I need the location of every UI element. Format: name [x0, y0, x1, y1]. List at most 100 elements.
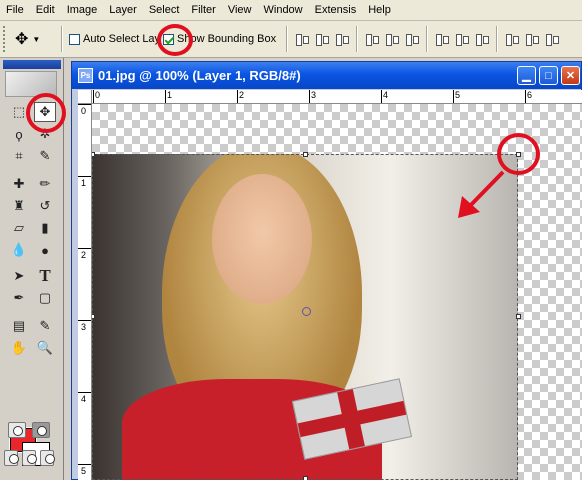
auto-select-option[interactable]: Auto Select Layer — [69, 33, 159, 45]
distribute-h-group — [504, 31, 560, 47]
ruler-top-mark — [525, 90, 526, 103]
align-bottom-icon[interactable] — [334, 31, 350, 47]
horizontal-ruler[interactable]: 0 1 2 3 4 5 6 — [92, 90, 582, 104]
distribute-bottom-icon[interactable] — [474, 31, 490, 47]
align-top-icon[interactable] — [294, 31, 310, 47]
dodge-icon[interactable]: ● — [34, 240, 56, 260]
shape-icon[interactable]: ▢ — [34, 288, 56, 308]
ruler-left-mark — [78, 464, 91, 465]
annotation-circle-checkbox — [157, 24, 193, 56]
divider — [356, 26, 359, 52]
distribute-hcenter-icon[interactable] — [524, 31, 540, 47]
bbox-handle-top-center[interactable] — [303, 152, 308, 157]
screen-mode-full-menu-icon[interactable] — [22, 450, 37, 466]
ruler-left-mark — [78, 176, 91, 177]
menu-window[interactable]: Window — [258, 0, 309, 21]
screen-mode-standard-icon[interactable] — [4, 450, 19, 466]
blur-icon[interactable]: 💧 — [8, 240, 30, 260]
document-icon: Ps — [78, 68, 93, 83]
pen-icon[interactable]: ✒ — [8, 288, 30, 308]
history-brush-icon[interactable]: ↺ — [34, 196, 56, 216]
close-button[interactable]: ✕ — [561, 66, 580, 85]
maximize-button[interactable]: □ — [539, 66, 558, 85]
screen-mode-full-icon[interactable] — [40, 450, 55, 466]
auto-select-label: Auto Select Layer — [83, 33, 159, 45]
brush-icon[interactable]: ✏ — [34, 174, 56, 194]
path-select-icon[interactable]: ➤ — [8, 266, 30, 286]
annotation-circle-handle — [497, 133, 540, 175]
menu-extensis[interactable]: Extensis — [309, 0, 363, 21]
menu-file[interactable]: File — [0, 0, 30, 21]
ruler-top-mark — [381, 90, 382, 103]
eraser-icon[interactable]: ▱ — [8, 218, 30, 238]
options-bar: ✥▼ Auto Select Layer Show Bounding Box — [0, 21, 582, 58]
ruler-left-mark — [78, 392, 91, 393]
standard-mode-icon[interactable] — [8, 422, 26, 438]
toolbox-title-bar[interactable] — [3, 60, 61, 69]
divider — [286, 26, 289, 52]
crop-icon[interactable]: ⌗ — [8, 146, 30, 166]
menu-edit[interactable]: Edit — [30, 0, 61, 21]
ruler-left-tick-0: 0 — [81, 106, 87, 116]
align-vcenter-icon[interactable] — [314, 31, 330, 47]
ruler-top-mark — [93, 90, 94, 103]
ruler-left-tick-2: 2 — [81, 250, 87, 260]
menu-view[interactable]: View — [222, 0, 258, 21]
align-h-group — [364, 31, 420, 47]
auto-select-checkbox[interactable] — [69, 33, 80, 45]
gradient-icon[interactable]: ▮ — [34, 218, 56, 238]
divider — [496, 26, 499, 52]
bbox-handle-middle-right[interactable] — [516, 314, 521, 319]
notes-icon[interactable]: ▤ — [8, 316, 30, 336]
eyedropper-icon[interactable]: ✎ — [34, 146, 56, 166]
bbox-handle-middle-left[interactable] — [92, 314, 95, 319]
chevron-down-icon: ▼ — [32, 34, 41, 44]
ruler-top-mark — [165, 90, 166, 103]
distribute-top-icon[interactable] — [434, 31, 450, 47]
ruler-origin[interactable] — [78, 90, 92, 104]
ruler-left-tick-4: 4 — [81, 394, 87, 404]
menu-image[interactable]: Image — [61, 0, 104, 21]
ruler-top-tick-3: 3 — [311, 90, 317, 100]
ruler-left-mark — [78, 248, 91, 249]
tool-preset-picker[interactable]: ✥ ▼ — [15, 29, 55, 49]
type-icon[interactable]: T — [34, 266, 56, 286]
distribute-right-icon[interactable] — [544, 31, 560, 47]
lasso-icon[interactable]: ϙ — [8, 124, 30, 144]
ruler-left-tick-5: 5 — [81, 466, 87, 476]
distribute-v-group — [434, 31, 490, 47]
bbox-handle-bottom-center[interactable] — [303, 476, 308, 480]
hand-icon[interactable]: ✋ — [8, 338, 30, 358]
align-right-icon[interactable] — [404, 31, 420, 47]
distribute-left-icon[interactable] — [504, 31, 520, 47]
minimize-button[interactable]: ▁ — [517, 66, 536, 85]
menu-help[interactable]: Help — [362, 0, 397, 21]
healing-brush-icon[interactable]: ✚ — [8, 174, 30, 194]
annotation-circle-move-tool — [26, 93, 66, 133]
bbox-handle-top-left[interactable] — [92, 152, 95, 157]
ruler-left-mark — [78, 104, 91, 105]
menu-filter[interactable]: Filter — [185, 0, 221, 21]
distribute-vcenter-icon[interactable] — [454, 31, 470, 47]
menu-layer[interactable]: Layer — [103, 0, 143, 21]
stamp-icon[interactable]: ♜ — [8, 196, 30, 216]
eyedropper-sample-icon[interactable]: ✎ — [34, 316, 56, 336]
quick-mask-icon[interactable] — [32, 422, 50, 438]
ruler-left-tick-3: 3 — [81, 322, 87, 332]
bounding-box[interactable] — [92, 154, 518, 480]
bbox-center-point[interactable] — [302, 307, 311, 316]
menu-select[interactable]: Select — [143, 0, 186, 21]
ruler-top-tick-1: 1 — [167, 90, 173, 100]
ruler-left-mark — [78, 320, 91, 321]
ruler-top-mark — [453, 90, 454, 103]
divider — [426, 26, 429, 52]
vertical-ruler[interactable]: 0 1 2 3 4 5 — [78, 104, 92, 480]
zoom-icon[interactable]: 🔍 — [34, 338, 56, 358]
document-title-bar[interactable]: Ps 01.jpg @ 100% (Layer 1, RGB/8#) ▁ □ ✕ — [72, 62, 581, 89]
ruler-top-mark — [237, 90, 238, 103]
align-hcenter-icon[interactable] — [384, 31, 400, 47]
ruler-left-tick-1: 1 — [81, 178, 87, 188]
ruler-top-tick-2: 2 — [239, 90, 245, 100]
align-left-icon[interactable] — [364, 31, 380, 47]
toolbar-grip[interactable] — [3, 26, 7, 52]
